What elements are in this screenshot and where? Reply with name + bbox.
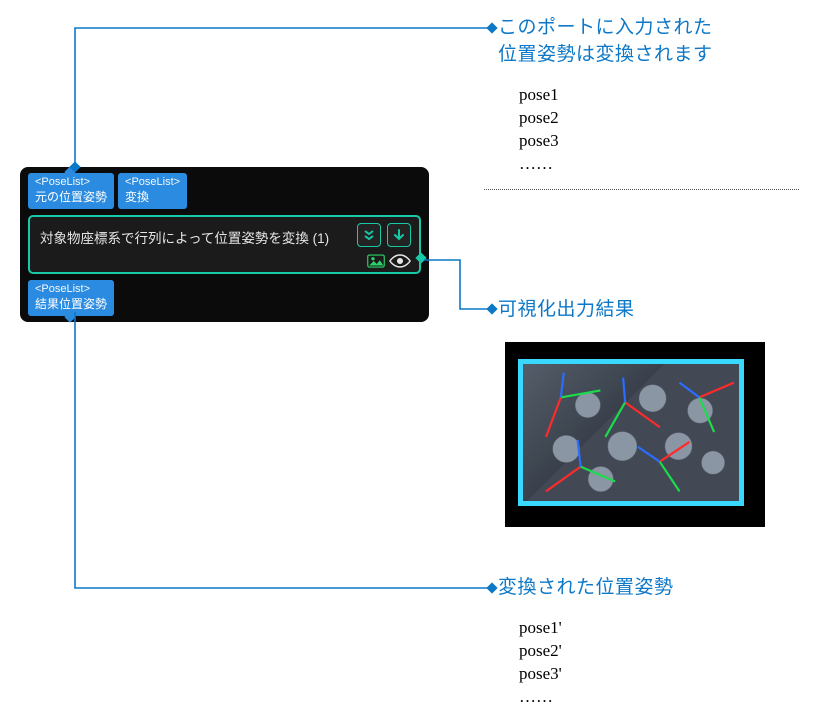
output-connector-icon [415, 252, 426, 263]
annotation-text: 可視化出力結果 [498, 299, 635, 320]
list-item: pose3' [519, 663, 562, 686]
annotation-input-list: pose1 pose2 pose3 …… [519, 84, 559, 176]
input-port-original-poses[interactable]: <PoseList> 元の位置姿勢 [28, 173, 114, 209]
port-type: <PoseList> [35, 283, 107, 297]
annotation-text: 変換された位置姿勢 [498, 577, 674, 598]
list-item: pose3 [519, 130, 559, 153]
annotation-text: このポートに入力された [498, 17, 713, 38]
list-item: pose2' [519, 640, 562, 663]
port-label: 変換 [125, 190, 180, 205]
input-port-transform[interactable]: <PoseList> 変換 [118, 173, 187, 209]
node-action-buttons [357, 223, 411, 247]
port-type: <PoseList> [35, 176, 107, 190]
annotation-input-title: このポートに入力された 位置姿勢は変換されます [498, 15, 713, 68]
input-port-row: <PoseList> 元の位置姿勢 <PoseList> 変換 [28, 173, 421, 209]
list-item: pose1 [519, 84, 559, 107]
image-output-icon[interactable] [367, 254, 385, 268]
separator [484, 189, 799, 190]
list-item: …… [519, 153, 559, 176]
output-port-result-poses[interactable]: <PoseList> 結果位置姿勢 [28, 280, 114, 316]
double-chevron-down-icon [362, 228, 376, 242]
annotation-output-list: pose1' pose2' pose3' …… [519, 617, 562, 709]
port-label: 結果位置姿勢 [35, 297, 107, 312]
node-title: 対象物座標系で行列によって位置姿勢を変換 (1) [40, 225, 329, 247]
port-label: 元の位置姿勢 [35, 190, 107, 205]
output-port-row: <PoseList> 結果位置姿勢 [28, 280, 421, 316]
annotation-output-title: 変換された位置姿勢 [498, 575, 674, 602]
run-button[interactable] [387, 223, 411, 247]
arrow-down-icon [392, 228, 406, 242]
visualize-toggle-row [40, 254, 411, 268]
annotation-vis-title: 可視化出力結果 [498, 297, 635, 324]
expand-button[interactable] [357, 223, 381, 247]
annotation-text: 位置姿勢は変換されます [498, 44, 713, 65]
step-node: <PoseList> 元の位置姿勢 <PoseList> 変換 対象物座標系で行… [20, 167, 429, 322]
visibility-icon[interactable] [389, 254, 411, 268]
list-item: pose2 [519, 107, 559, 130]
list-item: pose1' [519, 617, 562, 640]
pose-axes-overlay [506, 343, 764, 526]
port-type: <PoseList> [125, 176, 180, 190]
node-body[interactable]: 対象物座標系で行列によって位置姿勢を変換 (1) [28, 215, 421, 274]
list-item: …… [519, 686, 562, 709]
visualization-result-image [505, 342, 765, 527]
